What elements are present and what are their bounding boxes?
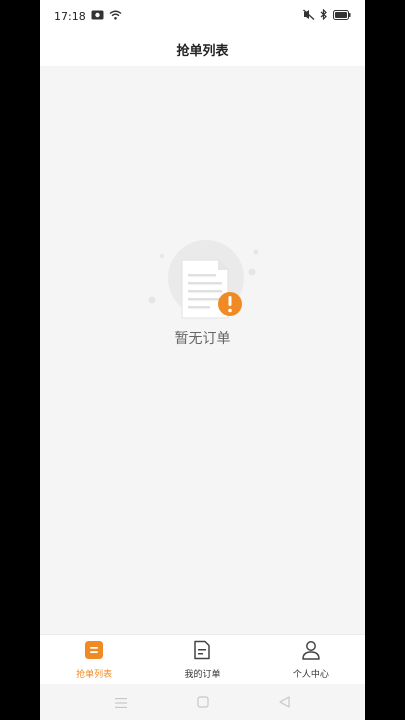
order-icon xyxy=(192,640,212,664)
menu-icon[interactable] xyxy=(115,693,127,712)
tab-label: 个人中心 xyxy=(292,669,329,680)
tab-grab-order-list[interactable]: 抢单列表 xyxy=(40,635,148,684)
order-list-content[interactable]: 暂无订单 xyxy=(40,66,365,634)
mute-icon xyxy=(303,9,315,23)
tab-my-orders[interactable]: 我的订单 xyxy=(148,635,256,684)
battery-icon xyxy=(333,9,351,23)
bluetooth-icon xyxy=(320,8,328,23)
back-icon[interactable] xyxy=(279,693,290,712)
tab-label: 抢单列表 xyxy=(76,669,113,680)
photo-icon xyxy=(91,10,104,23)
user-icon xyxy=(301,640,321,664)
tab-label: 我的订单 xyxy=(184,669,221,680)
list-icon xyxy=(84,640,104,664)
system-navigation-bar xyxy=(40,684,365,720)
status-bar: 17:18 xyxy=(40,0,365,32)
app-screen: 17:18 抢单列表 暂无订单 抢单列表 我的订单 个人中心 xyxy=(40,0,365,720)
page-title: 抢单列表 xyxy=(176,43,229,59)
tab-personal-center[interactable]: 个人中心 xyxy=(257,635,365,684)
empty-state-message: 暂无订单 xyxy=(174,331,231,347)
header: 抢单列表 xyxy=(40,32,365,66)
tab-bar: 抢单列表 我的订单 个人中心 xyxy=(40,634,365,684)
status-time: 17:18 xyxy=(54,9,86,23)
empty-document-icon xyxy=(148,238,259,324)
home-icon[interactable] xyxy=(197,693,209,712)
wifi-icon xyxy=(109,10,122,23)
